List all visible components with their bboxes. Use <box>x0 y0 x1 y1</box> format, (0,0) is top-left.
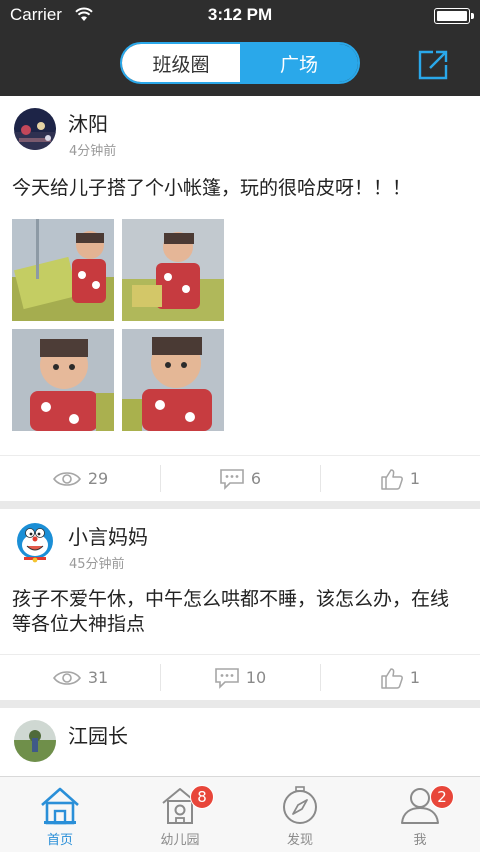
likes-count: 1 <box>409 668 421 687</box>
post-time: 4分钟前 <box>69 144 117 159</box>
user-name[interactable]: 江园长 <box>68 720 128 749</box>
views-button[interactable]: 31 <box>0 655 160 700</box>
comment-icon <box>220 468 244 490</box>
thumbs-up-icon <box>381 468 403 490</box>
views-count: 31 <box>87 668 109 687</box>
post-card[interactable]: 小言妈妈 45分钟前 孩子不爱午休，中午怎么哄都不睡，该怎么办，在线等各位大神指… <box>0 509 480 700</box>
comments-button[interactable]: 10 <box>160 655 320 700</box>
post-time: 45分钟前 <box>69 557 125 572</box>
clock: 3:12 PM <box>207 5 273 24</box>
post-photo[interactable] <box>122 329 224 431</box>
photo-grid <box>0 201 480 431</box>
user-name[interactable]: 沐阳 <box>68 108 108 137</box>
avatar[interactable] <box>14 521 56 563</box>
comments-count: 6 <box>250 469 262 488</box>
views-button[interactable]: 29 <box>0 456 160 501</box>
feed-list[interactable]: 沐阳 4分钟前 今天给儿子搭了个小帐篷，玩的很哈皮呀！！！ 29 6 1 小言妈… <box>0 96 480 776</box>
views-count: 29 <box>87 469 109 488</box>
like-button[interactable]: 1 <box>320 456 480 501</box>
feed-segmented-control: 班级圈 广场 <box>120 42 360 84</box>
status-bar: Carrier 3:12 PM <box>0 0 480 32</box>
post-text: 孩子不爱午休，中午怎么哄都不睡，该怎么办，在线等各位大神指点 <box>12 588 450 635</box>
post-actions: 29 6 1 <box>0 455 480 501</box>
avatar[interactable] <box>14 720 56 762</box>
post-card[interactable]: 沐阳 4分钟前 今天给儿子搭了个小帐篷，玩的很哈皮呀！！！ 29 6 1 <box>0 96 480 501</box>
user-name[interactable]: 小言妈妈 <box>68 521 148 550</box>
post-photo[interactable] <box>122 219 224 321</box>
eye-icon <box>52 670 81 685</box>
notification-badge: 2 <box>430 785 454 809</box>
tab-square[interactable]: 广场 <box>240 44 358 82</box>
thumbs-up-icon <box>381 667 403 689</box>
eye-icon <box>52 471 81 486</box>
tab-label: 发现 <box>286 833 313 848</box>
post-actions: 31 10 1 <box>0 654 480 700</box>
comments-count: 10 <box>245 668 267 687</box>
tab-me[interactable]: 我 2 <box>360 777 480 852</box>
tab-discover[interactable]: 发现 <box>240 777 360 852</box>
compass-icon <box>283 786 317 824</box>
notification-badge: 8 <box>190 785 214 809</box>
post-photo[interactable] <box>12 219 114 321</box>
tab-class-circle[interactable]: 班级圈 <box>122 44 240 82</box>
post-card[interactable]: 江园长 <box>0 708 480 776</box>
avatar[interactable] <box>14 108 56 150</box>
tab-bar: 首页 幼儿园 8 发现 我 2 <box>0 776 480 852</box>
tab-home[interactable]: 首页 <box>0 777 120 852</box>
post-photo[interactable] <box>12 329 114 431</box>
tab-label: 幼儿园 <box>160 833 200 848</box>
home-icon <box>41 787 79 825</box>
tab-label: 我 <box>413 833 427 848</box>
share-external-icon[interactable] <box>416 48 450 82</box>
tab-kindergarten[interactable]: 幼儿园 8 <box>120 777 240 852</box>
like-button[interactable]: 1 <box>320 655 480 700</box>
nav-bar: 班级圈 广场 <box>0 32 480 96</box>
likes-count: 1 <box>409 469 421 488</box>
tab-label: 首页 <box>46 833 73 848</box>
comments-button[interactable]: 6 <box>160 456 320 501</box>
post-text: 今天给儿子搭了个小帐篷，玩的很哈皮呀！！！ <box>12 177 412 199</box>
battery-icon <box>434 8 474 24</box>
comment-icon <box>215 667 239 689</box>
